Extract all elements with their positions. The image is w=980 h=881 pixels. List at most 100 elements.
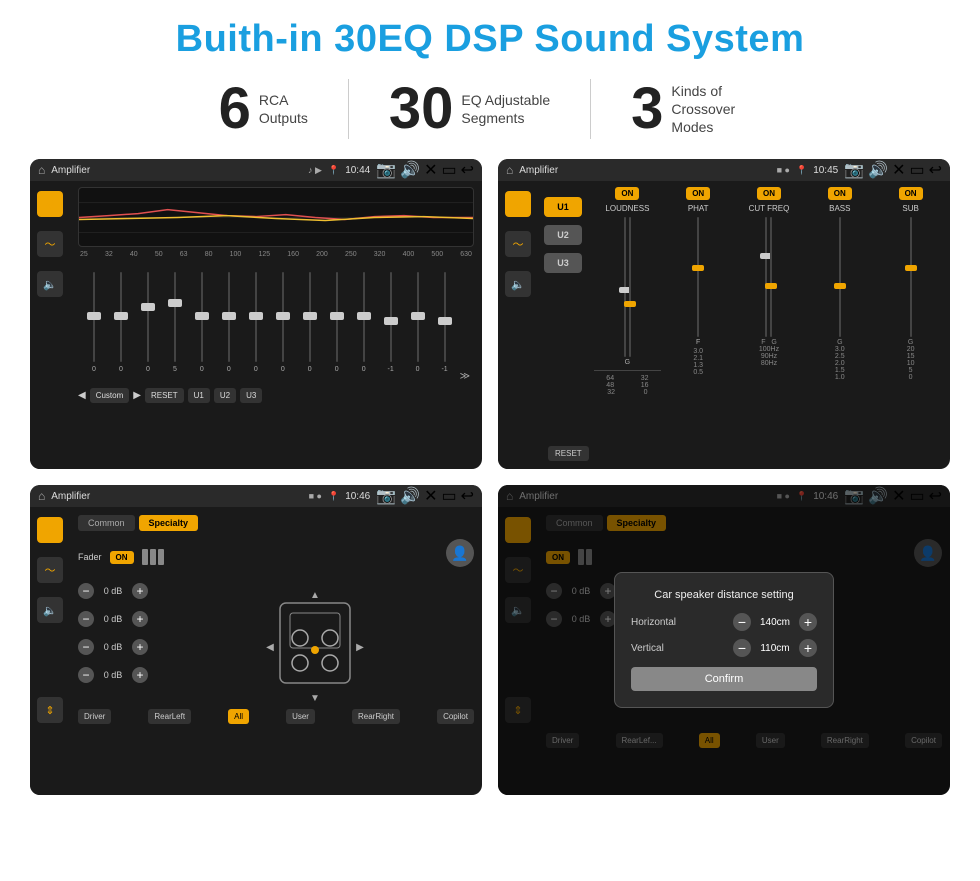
back-icon-3[interactable]: ↩ (461, 486, 474, 506)
slider-9[interactable]: 0 (298, 262, 322, 382)
eq-icon[interactable]: ⚙ (37, 191, 63, 217)
minimize-icon-2[interactable]: ▭ (909, 160, 924, 180)
freq-50: 50 (155, 251, 163, 258)
user-btn[interactable]: User (286, 709, 315, 724)
phat-val: F (696, 339, 700, 346)
ch3-minus[interactable]: − (78, 639, 94, 655)
wave-icon[interactable]: 〜 (37, 231, 63, 257)
svg-text:◀: ◀ (266, 642, 274, 653)
all-btn[interactable]: All (228, 709, 249, 724)
copilot-btn[interactable]: Copilot (437, 709, 474, 724)
reset-btn-label[interactable]: RESET (548, 446, 589, 461)
ch3-value: 0 dB (98, 642, 128, 652)
stat-label-crossover: Kinds ofCrossover Modes (671, 82, 761, 137)
page-wrapper: Buith-in 30EQ DSP Sound System 6 RCAOutp… (0, 0, 980, 805)
sub-label: SUB (902, 204, 918, 213)
sub-on-btn[interactable]: ON (899, 187, 923, 200)
u1-select-btn[interactable]: U1 (544, 197, 582, 217)
volume-icon: 🔊 (400, 160, 420, 180)
fader-on-btn[interactable]: ON (110, 551, 134, 564)
eq-icon-2[interactable]: ⚙ (505, 191, 531, 217)
slider-8[interactable]: 0 (271, 262, 295, 382)
speaker-icon-2[interactable]: 🔈 (505, 271, 531, 297)
ch4-minus[interactable]: − (78, 667, 94, 683)
ch4-plus[interactable]: + (132, 667, 148, 683)
next-preset-btn[interactable]: ▶ (133, 390, 141, 401)
slider-6[interactable]: 0 (217, 262, 241, 382)
screen2-status-icons: 📷 🔊 ✕ ▭ ↩ (844, 160, 942, 180)
rearleft-btn[interactable]: RearLeft (148, 709, 191, 724)
u1-btn[interactable]: U1 (188, 388, 210, 403)
close-icon[interactable]: ✕ (424, 160, 437, 180)
confirm-button[interactable]: Confirm (631, 667, 817, 691)
back-icon[interactable]: ↩ (461, 160, 474, 180)
close-icon-3[interactable]: ✕ (424, 486, 437, 506)
driver-btn[interactable]: Driver (78, 709, 111, 724)
u2-select-btn[interactable]: U2 (544, 225, 582, 245)
horizontal-minus-btn[interactable]: − (733, 613, 751, 631)
screen2-topbar: ⌂ Amplifier ■ ● 📍 10:45 📷 🔊 ✕ ▭ ↩ (498, 159, 950, 181)
freq-500: 500 (431, 251, 443, 258)
rearright-btn[interactable]: RearRight (352, 709, 400, 724)
vertical-plus-btn[interactable]: + (799, 639, 817, 657)
slider-3[interactable]: 0 (136, 262, 160, 382)
screen3-title: Amplifier (51, 491, 302, 502)
loudness-label: LOUDNESS (605, 204, 649, 213)
freq-32: 32 (105, 251, 113, 258)
expand-icon[interactable]: ≫ (460, 371, 470, 382)
slider-14[interactable]: -1 (433, 262, 457, 382)
u3-btn[interactable]: U3 (240, 388, 262, 403)
u2-btn[interactable]: U2 (214, 388, 236, 403)
u3-select-btn[interactable]: U3 (544, 253, 582, 273)
channel-row-1: − 0 dB + (78, 583, 148, 599)
slider-11[interactable]: 0 (352, 262, 376, 382)
phat-on-btn[interactable]: ON (686, 187, 710, 200)
screen2-title: Amplifier (519, 165, 770, 176)
home-icon-2[interactable]: ⌂ (506, 163, 513, 177)
loudness-on-btn[interactable]: ON (615, 187, 639, 200)
home-icon[interactable]: ⌂ (38, 163, 45, 177)
speaker-distance-dialog: Car speaker distance setting Horizontal … (614, 572, 834, 708)
slider-4[interactable]: 5 (163, 262, 187, 382)
home-icon-3[interactable]: ⌂ (38, 489, 45, 503)
common-tab[interactable]: Common (78, 515, 135, 531)
vertical-minus-btn[interactable]: − (733, 639, 751, 657)
cutfreq-on-btn[interactable]: ON (757, 187, 781, 200)
ch2-plus[interactable]: + (132, 611, 148, 627)
ch2-minus[interactable]: − (78, 611, 94, 627)
wave-icon-2[interactable]: 〜 (505, 231, 531, 257)
speaker-icon-3[interactable]: 🔈 (37, 597, 63, 623)
camera-icon-2: 📷 (844, 160, 864, 180)
back-icon-2[interactable]: ↩ (929, 160, 942, 180)
vertical-row: Vertical − 110cm + (631, 639, 817, 657)
channel-row-3: − 0 dB + (78, 639, 148, 655)
eq-icon-3[interactable]: ⚙ (37, 517, 63, 543)
slider-7[interactable]: 0 (244, 262, 268, 382)
arrows-icon-3[interactable]: ⇕ (37, 697, 63, 723)
ch3-plus[interactable]: + (132, 639, 148, 655)
eq-area: 25 32 40 50 63 80 100 125 160 200 250 32… (70, 181, 482, 469)
ch1-minus[interactable]: − (78, 583, 94, 599)
amp-reset-btn[interactable]: RESET (548, 442, 589, 461)
close-icon-2[interactable]: ✕ (892, 160, 905, 180)
prev-preset-btn[interactable]: ◀ (78, 390, 86, 401)
slider-1[interactable]: 0 (82, 262, 106, 382)
freq-125: 125 (258, 251, 270, 258)
screen3-icons: ■ ● (309, 491, 322, 501)
car-diagram: ▲ ▼ ◀ ▶ (265, 583, 365, 703)
reset-btn[interactable]: RESET (145, 388, 184, 403)
custom-preset-btn[interactable]: Custom (90, 388, 130, 403)
speaker-icon[interactable]: 🔈 (37, 271, 63, 297)
slider-12[interactable]: -1 (379, 262, 403, 382)
ch1-plus[interactable]: + (132, 583, 148, 599)
wave-icon-3[interactable]: 〜 (37, 557, 63, 583)
slider-5[interactable]: 0 (190, 262, 214, 382)
slider-13[interactable]: 0 (406, 262, 430, 382)
slider-2[interactable]: 0 (109, 262, 133, 382)
minimize-icon[interactable]: ▭ (441, 160, 456, 180)
specialty-tab[interactable]: Specialty (139, 515, 199, 531)
bass-on-btn[interactable]: ON (828, 187, 852, 200)
minimize-icon-3[interactable]: ▭ (441, 486, 456, 506)
slider-10[interactable]: 0 (325, 262, 349, 382)
horizontal-plus-btn[interactable]: + (799, 613, 817, 631)
